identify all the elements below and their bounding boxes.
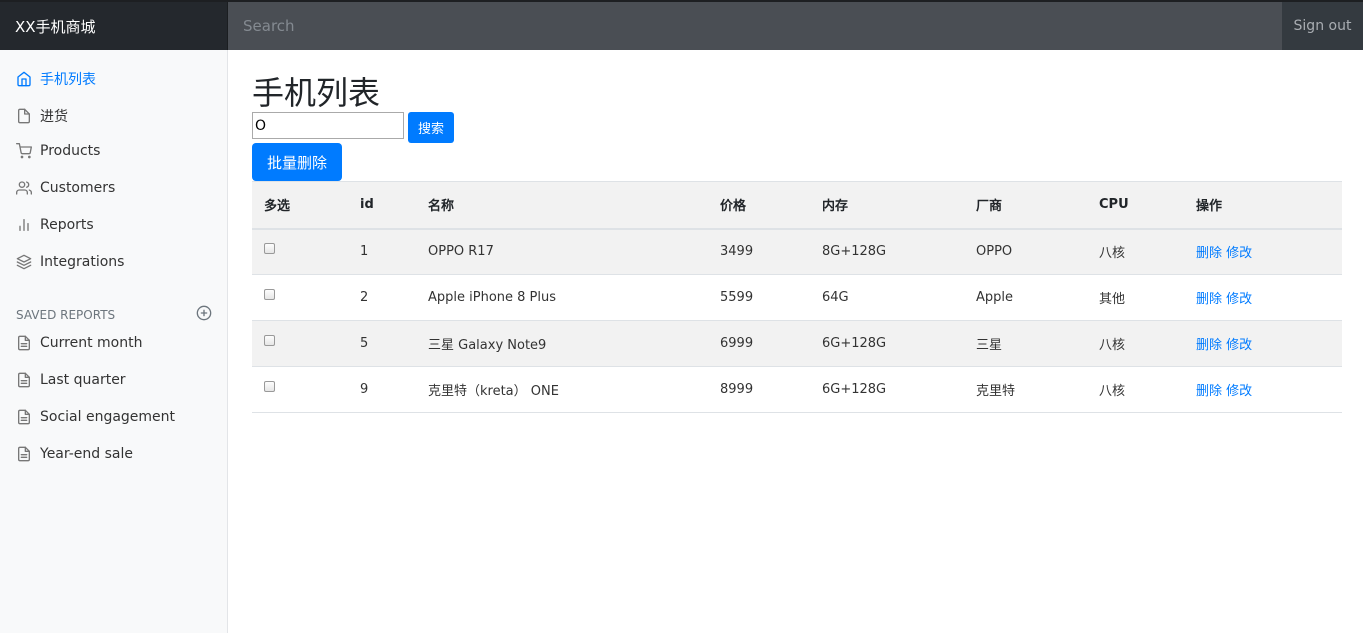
sidebar-item-products[interactable]: Products [16, 143, 100, 159]
saved-report-label: Last quarter [40, 372, 126, 388]
cell-cpu: 其他 [1087, 274, 1184, 321]
sidebar-item-label: Products [40, 143, 101, 159]
cell-name: OPPO R17 [416, 228, 708, 275]
cell-vendor: Apple [964, 274, 1087, 321]
search-input[interactable] [243, 17, 1282, 35]
cell-cpu: 八核 [1087, 320, 1184, 367]
sidebar-item-label: 手机列表 [40, 72, 96, 88]
delete-link[interactable]: 删除 [1196, 246, 1222, 261]
table-header-row: 多选 id 名称 价格 内存 厂商 CPU 操作 [252, 181, 1342, 230]
file-text-icon [16, 372, 32, 388]
sidebar-item-label: Reports [40, 217, 94, 233]
cell-memory: 6G+128G [810, 366, 964, 413]
brand-logo[interactable]: XX手机商城 [0, 2, 228, 50]
cell-vendor: 三星 [964, 320, 1087, 367]
table-row: 9 克里特（kreta） ONE 8999 6G+128G 克里特 八核 删除 … [252, 366, 1342, 413]
sidebar-item-restock[interactable]: 进货 [16, 106, 68, 126]
search-button[interactable]: 搜索 [408, 112, 454, 143]
cell-name: 三星 Galaxy Note9 [416, 320, 708, 367]
saved-report-current-month[interactable]: Current month [16, 335, 142, 351]
row-checkbox[interactable] [264, 243, 275, 255]
search-bar[interactable] [228, 2, 1282, 50]
file-text-icon [16, 335, 32, 351]
table-row: 1 OPPO R17 3499 8G+128G OPPO 八核 删除 修改 [252, 228, 1342, 275]
phone-table: 多选 id 名称 价格 内存 厂商 CPU 操作 1 OPPO R17 3499… [252, 181, 1342, 413]
cell-price: 3499 [708, 228, 810, 275]
query-input[interactable] [252, 112, 404, 139]
cell-price: 5599 [708, 274, 810, 321]
sidebar-item-reports[interactable]: Reports [16, 217, 94, 233]
col-vendor: 厂商 [964, 181, 1087, 230]
cell-actions: 删除 修改 [1184, 274, 1342, 321]
cell-vendor: OPPO [964, 228, 1087, 275]
edit-link[interactable]: 修改 [1226, 246, 1252, 261]
col-cpu: CPU [1087, 181, 1184, 230]
edit-link[interactable]: 修改 [1226, 384, 1252, 399]
row-checkbox[interactable] [264, 335, 275, 346]
table-row: 2 Apple iPhone 8 Plus 5599 64G Apple 其他 … [252, 274, 1342, 321]
shopping-cart-icon [16, 143, 32, 159]
saved-report-label: Year-end sale [40, 446, 133, 462]
delete-link[interactable]: 删除 [1196, 292, 1222, 307]
cell-id: 5 [348, 320, 416, 367]
sidebar-item-label: Integrations [40, 254, 125, 270]
saved-report-last-quarter[interactable]: Last quarter [16, 372, 126, 388]
cell-id: 1 [348, 228, 416, 275]
cell-actions: 删除 修改 [1184, 320, 1342, 367]
cell-vendor: 克里特 [964, 366, 1087, 413]
cell-actions: 删除 修改 [1184, 228, 1342, 275]
cell-cpu: 八核 [1087, 228, 1184, 275]
sidebar-item-integrations[interactable]: Integrations [16, 254, 124, 270]
top-navbar: XX手机商城 Sign out [0, 0, 1363, 50]
sidebar-item-phone-list[interactable]: 手机列表 [16, 69, 96, 89]
cell-id: 2 [348, 274, 416, 321]
sidebar-item-customers[interactable]: Customers [16, 180, 115, 196]
row-checkbox[interactable] [264, 289, 275, 300]
cell-cpu: 八核 [1087, 366, 1184, 413]
sidebar: 手机列表 进货 Products Customers Reports Integ… [0, 50, 228, 633]
users-icon [16, 180, 32, 196]
bar-chart-icon [16, 217, 32, 233]
file-icon [16, 108, 32, 124]
cell-price: 6999 [708, 320, 810, 367]
edit-link[interactable]: 修改 [1226, 338, 1252, 353]
cell-memory: 6G+128G [810, 320, 964, 367]
col-price: 价格 [708, 181, 810, 230]
col-id: id [348, 181, 416, 230]
col-select: 多选 [252, 181, 348, 230]
layers-icon [16, 254, 32, 270]
file-text-icon [16, 446, 32, 462]
delete-link[interactable]: 删除 [1196, 338, 1222, 353]
saved-report-label: Social engagement [40, 409, 176, 425]
saved-reports-heading: SAVED REPORTS [16, 305, 212, 324]
home-icon [16, 71, 32, 87]
col-name: 名称 [416, 181, 708, 230]
col-actions: 操作 [1184, 181, 1342, 230]
bulk-delete-button[interactable]: 批量删除 [252, 143, 342, 181]
table-row: 5 三星 Galaxy Note9 6999 6G+128G 三星 八核 删除 … [252, 320, 1342, 367]
saved-report-year-end-sale[interactable]: Year-end sale [16, 446, 133, 462]
cell-price: 8999 [708, 366, 810, 413]
file-text-icon [16, 409, 32, 425]
cell-memory: 8G+128G [810, 228, 964, 275]
row-checkbox[interactable] [264, 381, 275, 392]
cell-memory: 64G [810, 274, 964, 321]
cell-actions: 删除 修改 [1184, 366, 1342, 413]
delete-link[interactable]: 删除 [1196, 384, 1222, 399]
plus-circle-icon[interactable] [196, 305, 212, 324]
saved-reports-label: SAVED REPORTS [16, 307, 116, 322]
sidebar-item-label: 进货 [40, 109, 68, 125]
sign-out-link[interactable]: Sign out [1282, 2, 1363, 50]
col-memory: 内存 [810, 181, 964, 230]
sidebar-item-label: Customers [40, 180, 116, 196]
edit-link[interactable]: 修改 [1226, 292, 1252, 307]
cell-name: Apple iPhone 8 Plus [416, 274, 708, 321]
cell-id: 9 [348, 366, 416, 413]
page-title: 手机列表 [252, 74, 381, 112]
cell-name: 克里特（kreta） ONE [416, 366, 708, 413]
saved-report-social-engagement[interactable]: Social engagement [16, 409, 175, 425]
saved-report-label: Current month [40, 335, 143, 351]
